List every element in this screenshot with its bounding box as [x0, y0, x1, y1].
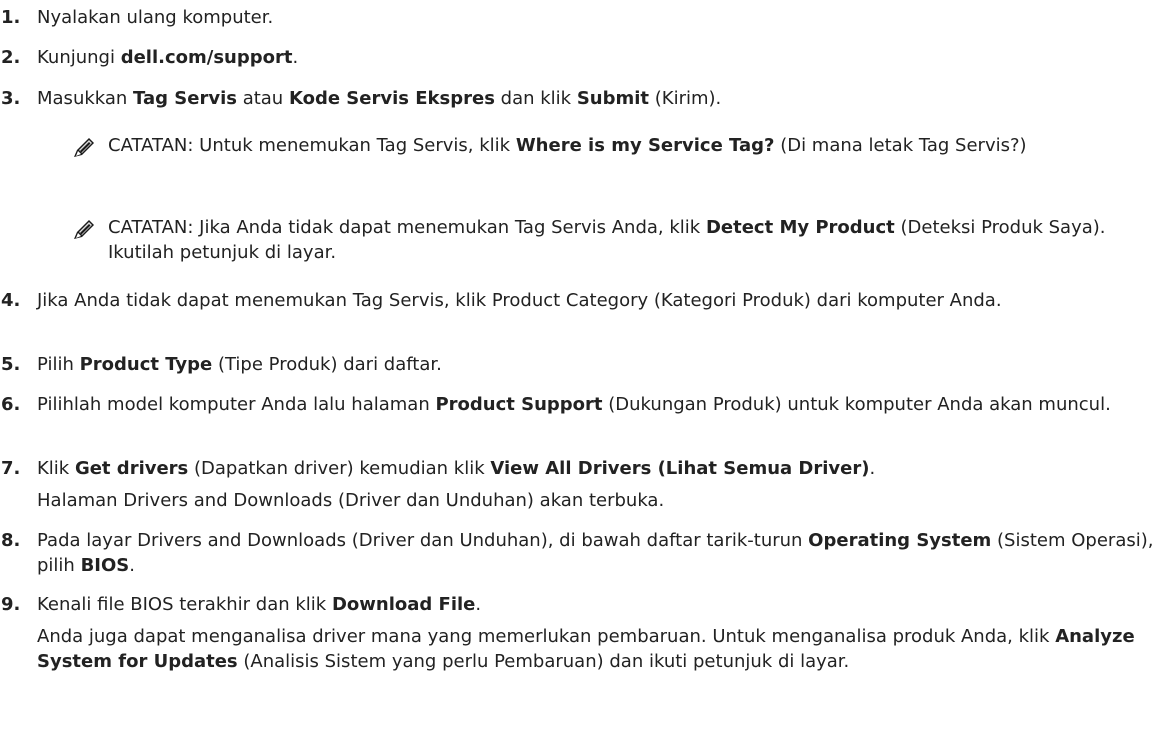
step-number: 5.: [1, 354, 21, 375]
note-label: CATATAN:: [108, 217, 194, 238]
step-text: Jika Anda tidak dapat menemukan Tag Serv…: [37, 290, 1002, 311]
note-text: Jika Anda tidak dapat menemukan Tag Serv…: [108, 217, 1106, 263]
step-number: 6.: [1, 394, 21, 415]
step-number: 3.: [1, 88, 21, 109]
step-text: Nyalakan ulang komputer.: [37, 7, 274, 28]
step-number: 7.: [1, 458, 21, 479]
step-text: Pilihlah model komputer Anda lalu halama…: [37, 394, 1111, 415]
note-text: Untuk menemukan Tag Servis, klik Where i…: [193, 135, 1027, 156]
step-number: 9.: [1, 594, 21, 615]
step-number: 1.: [1, 7, 21, 28]
step-text: Masukkan Tag Servis atau Kode Servis Eks…: [37, 88, 722, 109]
step-detail: Anda juga dapat menganalisa driver mana …: [37, 626, 1135, 672]
step-number: 2.: [1, 47, 21, 68]
step-text: Klik Get drivers (Dapatkan driver) kemud…: [37, 458, 876, 479]
pencil-note-icon: [72, 219, 98, 241]
step-text: Kenali file BIOS terakhir dan klik Downl…: [37, 594, 482, 615]
step-text: Pilih Product Type (Tipe Produk) dari da…: [37, 354, 442, 375]
note-label: CATATAN:: [108, 135, 194, 156]
step-detail: Halaman Drivers and Downloads (Driver da…: [37, 490, 665, 511]
pencil-note-icon: [72, 137, 98, 159]
step-text: Pada layar Drivers and Downloads (Driver…: [37, 530, 1154, 576]
step-number: 4.: [1, 290, 21, 311]
step-text: Kunjungi dell.com/support.: [37, 47, 299, 68]
step-number: 8.: [1, 530, 21, 551]
